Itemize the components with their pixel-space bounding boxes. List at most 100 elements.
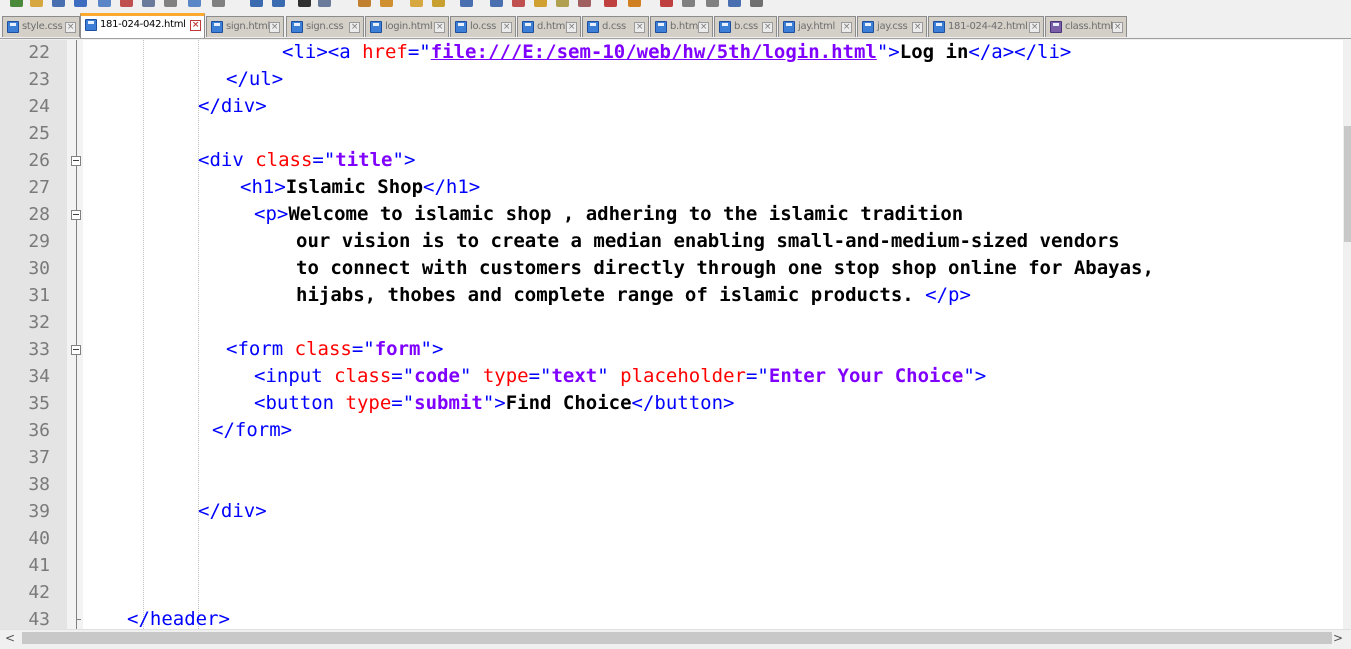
code-token: " xyxy=(597,365,621,387)
code-line: 37 xyxy=(0,444,1351,471)
toolbar-button-icon[interactable] xyxy=(490,0,503,7)
tab-sign-html[interactable]: sign.html × xyxy=(206,16,284,37)
tab-sign-css[interactable]: sign.css × xyxy=(286,16,364,37)
fold-toggle-icon[interactable] xyxy=(71,345,81,355)
toolbar-button-icon[interactable] xyxy=(604,0,617,7)
toolbar-button-icon[interactable] xyxy=(188,0,201,7)
toolbar-button-icon[interactable] xyxy=(556,0,569,7)
code-token: type xyxy=(345,392,392,414)
line-number: 34 xyxy=(28,366,50,387)
toolbar-button-icon[interactable] xyxy=(410,0,423,7)
toolbar-button-icon[interactable] xyxy=(682,0,695,7)
close-tab-icon[interactable]: × xyxy=(634,22,645,33)
line-number: 31 xyxy=(28,285,50,306)
tab-label: d.html xyxy=(537,21,568,32)
close-tab-icon[interactable]: × xyxy=(841,22,852,33)
tab-d-css[interactable]: d.css × xyxy=(582,16,649,37)
file-save-icon xyxy=(291,21,303,33)
close-tab-icon[interactable]: × xyxy=(190,20,201,31)
toolbar-button-icon[interactable] xyxy=(706,0,719,7)
code-token: <form xyxy=(226,338,295,360)
file-save-icon xyxy=(862,21,874,33)
toolbar-button-icon[interactable] xyxy=(534,0,547,7)
toolbar-button-icon[interactable] xyxy=(272,0,285,7)
toolbar-button-icon[interactable] xyxy=(358,0,371,7)
tab-lo-css[interactable]: lo.css × xyxy=(450,16,516,37)
tab-181-024-042-html[interactable]: 181-024-042.html × xyxy=(80,13,205,38)
code-token: class xyxy=(255,149,313,171)
toolbar-button-icon[interactable] xyxy=(212,0,225,7)
code-token: code xyxy=(414,365,460,387)
toolbar-button-icon[interactable] xyxy=(578,0,591,7)
toolbar-button-icon[interactable] xyxy=(74,0,87,7)
toolbar-button-icon[interactable] xyxy=(52,0,65,7)
code-line: 38 xyxy=(0,471,1351,498)
file-save-icon xyxy=(85,19,97,31)
tab-class-html[interactable]: class.html × xyxy=(1045,16,1127,37)
toolbar-button-icon[interactable] xyxy=(98,0,111,7)
tab-b-html[interactable]: b.html × xyxy=(650,16,713,37)
tab-b-css[interactable]: b.css × xyxy=(714,16,777,37)
close-tab-icon[interactable]: × xyxy=(501,22,512,33)
toolbar-button-icon[interactable] xyxy=(432,0,445,7)
vertical-scroll-thumb[interactable] xyxy=(1344,126,1351,242)
tab-181-024-42-html[interactable]: 181-024-42.html × xyxy=(928,16,1044,37)
toolbar-button-icon[interactable] xyxy=(660,0,673,7)
code-text: </header> xyxy=(127,606,230,629)
close-tab-icon[interactable]: × xyxy=(269,22,280,33)
code-text: <div class="title"> xyxy=(198,147,415,174)
toolbar-button-icon[interactable] xyxy=(750,0,763,7)
tab-jay-css[interactable]: jay.css × xyxy=(857,16,927,37)
code-line: 36 </form> xyxy=(0,417,1351,444)
toolbar-button-icon[interactable] xyxy=(120,0,133,7)
code-token: placeholder xyxy=(620,365,746,387)
code-token: <li><a xyxy=(282,41,363,63)
scroll-left-icon[interactable]: < xyxy=(2,630,18,646)
close-tab-icon[interactable]: × xyxy=(1112,22,1123,33)
close-tab-icon[interactable]: × xyxy=(1029,22,1040,33)
fold-toggle-icon[interactable] xyxy=(71,156,81,166)
toolbar-button-icon[interactable] xyxy=(142,0,155,7)
tab-login-html[interactable]: login.html × xyxy=(365,16,449,37)
tab-label: style.css xyxy=(22,21,63,32)
tab-jay-html[interactable]: jay.html × xyxy=(778,16,856,37)
toolbar-button-icon[interactable] xyxy=(728,0,741,7)
code-token: <p> xyxy=(254,203,289,225)
code-line: 43 </header> xyxy=(0,606,1351,629)
scroll-right-icon[interactable]: > xyxy=(1330,630,1346,646)
toolbar-button-icon[interactable] xyxy=(30,0,43,7)
close-tab-icon[interactable]: × xyxy=(762,22,773,33)
fold-end-marker xyxy=(76,619,81,620)
horizontal-scroll-thumb[interactable] xyxy=(22,632,1332,644)
code-token: href xyxy=(362,41,408,63)
toolbar-button-icon[interactable] xyxy=(250,0,263,7)
toolbar-button-icon[interactable] xyxy=(318,0,331,7)
toolbar-button-icon[interactable] xyxy=(10,0,23,7)
code-line: 28 <p>Welcome to islamic shop , adhering … xyxy=(0,201,1351,228)
tab-style-css[interactable]: style.css × xyxy=(2,16,80,37)
vertical-scrollbar[interactable] xyxy=(1343,40,1351,629)
code-token: class xyxy=(334,365,392,387)
code-token: =" xyxy=(391,365,415,387)
close-tab-icon[interactable]: × xyxy=(698,22,709,33)
tab-label: b.html xyxy=(670,21,701,32)
code-token: </h1> xyxy=(423,176,481,198)
toolbar-button-icon[interactable] xyxy=(512,0,525,7)
close-tab-icon[interactable]: × xyxy=(65,22,76,33)
tab-d-html[interactable]: d.html × xyxy=(517,16,581,37)
close-tab-icon[interactable]: × xyxy=(349,22,360,33)
code-line: 42 xyxy=(0,579,1351,606)
close-tab-icon[interactable]: × xyxy=(912,22,923,33)
toolbar-button-icon[interactable] xyxy=(380,0,393,7)
fold-toggle-icon[interactable] xyxy=(71,210,81,220)
code-line: 30 to connect with customers directly thr… xyxy=(0,255,1351,282)
horizontal-scrollbar[interactable]: < > xyxy=(0,629,1351,646)
close-tab-icon[interactable]: × xyxy=(434,22,445,33)
toolbar-button-icon[interactable] xyxy=(460,0,473,7)
toolbar-button-icon[interactable] xyxy=(628,0,641,7)
code-token: </a></li> xyxy=(968,41,1072,63)
toolbar-button-icon[interactable] xyxy=(298,0,311,7)
toolbar-button-icon[interactable] xyxy=(164,0,177,7)
close-tab-icon[interactable]: × xyxy=(566,22,577,33)
code-editor[interactable]: 22 <li><a href="file:///E:/sem-10/web/hw/… xyxy=(0,40,1351,629)
